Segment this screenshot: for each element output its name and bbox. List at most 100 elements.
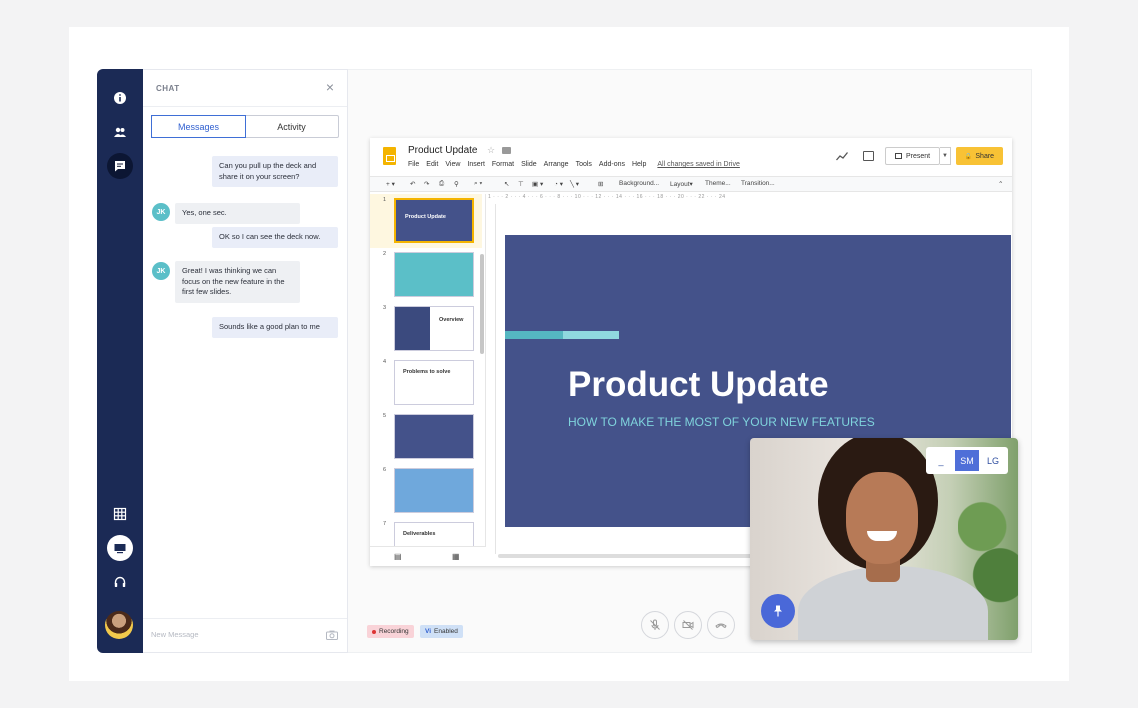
slide-thumbnail[interactable]: 2 [370,248,482,302]
divider [143,106,347,107]
menu-format[interactable]: Format [492,161,514,168]
slide-thumbnail[interactable]: 7 Deliverables [370,518,482,546]
paint-format-icon[interactable]: ⚲ [454,180,459,188]
menu-view[interactable]: View [445,161,460,168]
save-status[interactable]: All changes saved in Drive [657,161,740,168]
slide-thumbnail[interactable]: 5 [370,410,482,464]
screen-share-icon[interactable] [107,535,133,561]
chevron-down-icon[interactable]: ▼ [940,147,951,165]
doc-title[interactable]: Product Update [408,145,478,156]
hang-up-icon [715,623,727,629]
comment-icon[interactable] [863,151,874,161]
activity-trend-icon[interactable] [836,151,848,161]
shape-icon[interactable]: ◔ ▾ [554,180,563,188]
grid-icon[interactable] [107,501,133,527]
camera-icon[interactable] [326,630,338,640]
chat-message: Great! I was thinking we can focus on th… [175,261,300,303]
menu-tools[interactable]: Tools [576,161,592,168]
recording-label: Recording [379,628,409,635]
chat-message: Sounds like a good plan to me [212,317,338,338]
person-face [846,472,918,564]
tab-messages[interactable]: Messages [151,115,246,138]
menu-bar: File Edit View Insert Format Slide Arran… [408,161,740,168]
background-button[interactable]: Background... [619,180,659,187]
slide-thumbnail[interactable]: 4 Problems to solve [370,356,482,410]
grid-view-icon[interactable]: ▦ [452,552,460,561]
end-call-button[interactable] [707,611,735,639]
user-avatar[interactable] [105,611,133,639]
video-off-button[interactable] [674,611,702,639]
mute-button[interactable] [641,611,669,639]
print-icon[interactable]: ⎙ [439,180,444,188]
menu-arrange[interactable]: Arrange [544,161,569,168]
add-icon[interactable]: + ▾ [386,180,395,188]
camera-off-icon [682,620,694,630]
slide-number: 7 [383,521,387,527]
info-icon[interactable] [107,85,133,111]
size-lg-button[interactable]: LG [981,450,1005,471]
thumbnail-title: Problems to solve [403,369,451,375]
tab-activity[interactable]: Activity [245,116,338,137]
chat-icon[interactable] [107,153,133,179]
slide-number: 2 [383,251,387,257]
select-icon[interactable]: ↖ [504,180,509,188]
menu-help[interactable]: Help [632,161,646,168]
message-input[interactable]: New Message [151,630,311,644]
slide-number: 1 [383,197,387,203]
share-button[interactable]: 🔒 Share [956,147,1003,165]
slide-filmstrip: 1 Product Update 2 3 Overview 4 Problems… [370,194,486,546]
participants-icon[interactable] [107,119,133,145]
pin-icon [774,605,782,617]
present-button[interactable]: Present [885,147,940,165]
layout-label: Layout [670,181,690,188]
scrollbar[interactable] [498,554,758,558]
pin-button[interactable] [761,594,795,628]
present-label: Present [905,152,931,160]
vi-enabled-label: Enabled [434,628,458,635]
headset-icon[interactable] [107,569,133,595]
slide-thumbnail[interactable]: 3 Overview [370,302,482,356]
avatar: JK [152,262,170,280]
theme-button[interactable]: Theme... [705,180,731,187]
menu-file[interactable]: File [408,161,419,168]
vertical-ruler [488,204,496,554]
folder-icon[interactable] [502,147,511,154]
thumbnail-image: Problems to solve [394,360,474,405]
image-icon[interactable]: ▣ ▾ [532,180,543,188]
zoom-icon[interactable]: ⌕ ▾ [474,180,482,188]
thumbnail-image [394,252,474,297]
filmstrip-view-icon[interactable]: ▤ [394,552,402,561]
textbox-icon[interactable]: ⊤ [518,180,524,188]
menu-edit[interactable]: Edit [426,161,438,168]
chat-message: Yes, one sec. [175,203,300,224]
minimize-button[interactable]: _ [929,450,953,471]
comment-add-icon[interactable]: ⊞ [598,180,603,188]
slide-number: 5 [383,413,387,419]
star-icon[interactable]: ☆ [487,145,495,156]
transition-button[interactable]: Transition... [741,180,775,187]
recording-badge: Recording [367,625,414,638]
vi-label: Vi [425,628,432,635]
close-icon[interactable]: × [323,80,337,94]
video-tile[interactable]: _ SM LG [750,438,1018,640]
slide-thumbnail[interactable]: 6 [370,464,482,518]
thumbnail-image: Deliverables [394,522,474,546]
scrollbar[interactable] [480,254,484,354]
redo-icon[interactable]: ↷ [424,180,429,188]
record-dot-icon [372,629,376,634]
chevron-up-icon[interactable]: ⌃ [998,180,1003,188]
undo-icon[interactable]: ↶ [410,180,415,188]
menu-insert[interactable]: Insert [467,161,485,168]
menu-addons[interactable]: Add-ons [599,161,625,168]
vi-status-badge: Vi Enabled [420,625,463,638]
thumbnail-title: Product Update [405,214,446,220]
size-sm-button[interactable]: SM [955,450,979,471]
layout-button[interactable]: Layout▾ [670,180,693,188]
line-icon[interactable]: ╲ ▾ [570,180,579,188]
slide-title: Product Update [568,365,829,404]
slide-thumbnail[interactable]: 1 Product Update [370,194,482,248]
chat-panel: CHAT × Messages Activity Can you pull up… [143,69,348,653]
menu-slide[interactable]: Slide [521,161,537,168]
chat-message: OK so I can see the deck now. [212,227,338,248]
present-icon [894,153,902,159]
